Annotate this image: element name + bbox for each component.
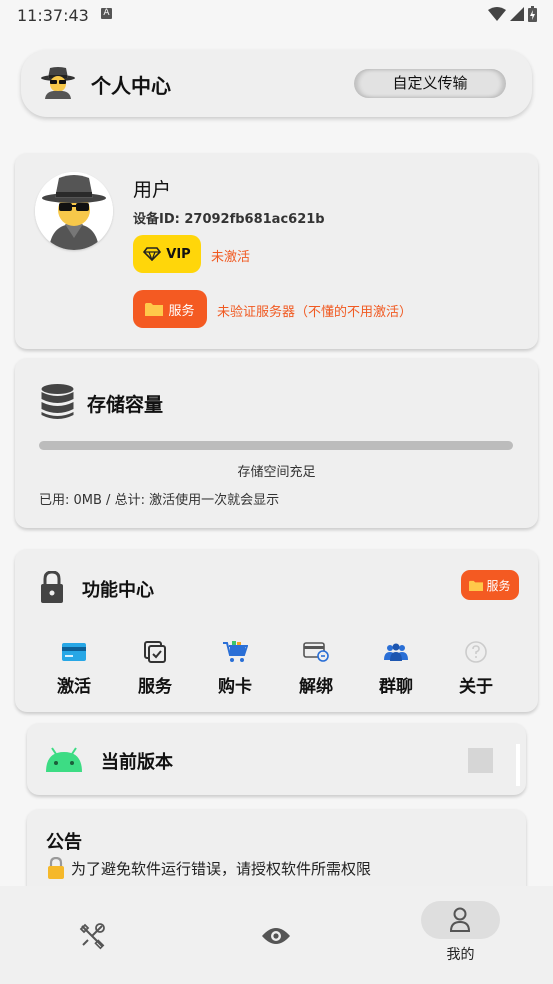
- function-label: 解绑: [299, 677, 333, 697]
- function-label: 群聊: [379, 677, 413, 697]
- function-service-button[interactable]: 服务: [461, 570, 519, 600]
- function-label: 购卡: [218, 677, 252, 697]
- notice-title: 公告: [46, 832, 82, 853]
- person-icon: [449, 907, 471, 932]
- function-service[interactable]: 服务: [120, 640, 190, 697]
- vip-status: 未激活: [211, 250, 251, 265]
- nav-mine-label[interactable]: 我的: [421, 944, 500, 964]
- version-divider: [516, 744, 520, 786]
- service-label: 服务: [168, 303, 195, 319]
- storage-title: 存储容量: [87, 394, 164, 416]
- storage-progress-bar: [39, 441, 513, 450]
- shopping-cart-icon: [223, 641, 248, 662]
- checklist-icon: [144, 641, 166, 663]
- vip-label: VIP: [166, 246, 191, 262]
- user-name: 用户: [133, 179, 172, 201]
- help-icon: [465, 641, 487, 663]
- function-unbind[interactable]: 解绑: [281, 640, 351, 697]
- android-icon: [46, 747, 82, 772]
- folder-icon: [145, 303, 164, 316]
- status-time: 11:37:43: [17, 6, 89, 25]
- signal-icon: [510, 7, 524, 21]
- notice-text: 为了避免软件运行错误，请授权软件所需权限: [71, 860, 372, 878]
- eye-icon: [262, 928, 290, 944]
- nav-view[interactable]: [256, 916, 296, 956]
- version-checkbox[interactable]: [468, 748, 493, 773]
- avatar: [35, 172, 113, 250]
- unlink-card-icon: [303, 642, 329, 662]
- tools-icon: [79, 923, 105, 950]
- battery-icon: [528, 6, 537, 22]
- function-label: 激活: [57, 677, 91, 697]
- lock-icon: [41, 571, 63, 603]
- wifi-icon: [488, 7, 506, 21]
- database-icon: [41, 384, 74, 419]
- function-label: 服务: [138, 677, 172, 697]
- status-bar: 11:37:43 A: [0, 0, 553, 30]
- spy-avatar-icon: [35, 172, 113, 250]
- service-button[interactable]: 服务: [133, 290, 207, 328]
- function-about[interactable]: 关于: [441, 640, 511, 697]
- padlock-icon: [48, 857, 64, 879]
- diamond-icon: [143, 247, 162, 261]
- credit-card-icon: [62, 643, 86, 661]
- folder-icon: [469, 580, 484, 591]
- group-icon: [384, 643, 408, 661]
- function-activate[interactable]: 激活: [39, 640, 109, 697]
- spy-icon: [41, 67, 75, 99]
- status-icons: [488, 6, 537, 22]
- device-id: 设备ID: 27092fb681ac621b: [133, 212, 325, 227]
- function-service-label: 服务: [486, 578, 511, 593]
- custom-transfer-button[interactable]: 自定义传输: [354, 69, 506, 98]
- storage-usage: 已用: 0MB / 总计: 激活使用一次就会显示: [39, 493, 280, 508]
- notification-icon: A: [101, 8, 112, 19]
- vip-button[interactable]: VIP: [133, 235, 201, 273]
- service-status: 未验证服务器（不懂的不用激活）: [217, 305, 413, 320]
- function-center-title: 功能中心: [82, 580, 154, 601]
- function-buy-card[interactable]: 购卡: [200, 640, 270, 697]
- version-title: 当前版本: [101, 752, 173, 773]
- storage-status: 存储空间充足: [237, 465, 316, 480]
- function-group-chat[interactable]: 群聊: [361, 640, 431, 697]
- nav-tools[interactable]: [72, 916, 112, 956]
- function-label: 关于: [459, 677, 493, 697]
- page-title: 个人中心: [91, 74, 171, 98]
